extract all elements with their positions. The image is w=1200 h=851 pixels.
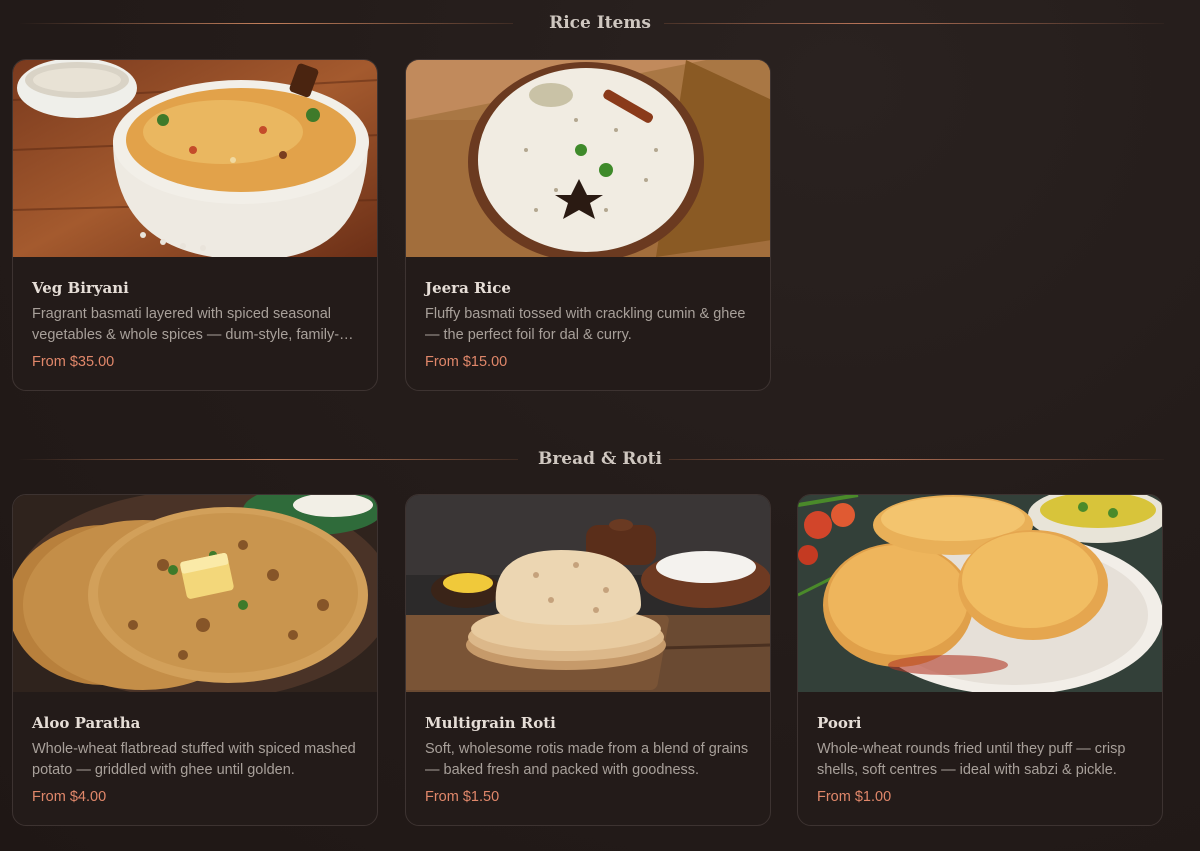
section-title: Rice Items <box>549 13 651 33</box>
item-description: Fragrant basmati layered with spiced sea… <box>32 306 340 343</box>
item-price: From $1.00 <box>817 789 892 805</box>
jeera-rice-bowl-photo <box>406 60 770 257</box>
item-price: From $15.00 <box>425 354 508 370</box>
item-description: Soft, wholesome rotis made from a blend … <box>425 741 749 778</box>
section-title: Bread & Roti <box>537 449 662 469</box>
menu-card-jeera-rice[interactable]: Jeera Rice Fluffy basmati tossed with cr… <box>405 59 771 391</box>
roti-stack-photo <box>406 495 770 692</box>
item-name: Multigrain Roti <box>425 714 556 732</box>
item-description: Fluffy basmati tossed with crackling cum… <box>425 306 746 343</box>
biryani-bowl-photo <box>13 60 377 257</box>
section-heading-bread: Bread & Roti <box>0 444 1200 474</box>
item-name: Jeera Rice <box>425 279 511 297</box>
menu-card-multigrain-roti[interactable]: Multigrain Roti Soft, wholesome rotis ma… <box>405 494 771 826</box>
item-price: From $4.00 <box>32 789 107 805</box>
item-description: Whole-wheat flatbread stuffed with spice… <box>32 741 356 778</box>
menu-card-aloo-paratha[interactable]: Aloo Paratha Whole-wheat flatbread stuff… <box>12 494 378 826</box>
item-price: From $1.50 <box>425 789 500 805</box>
item-description: Whole-wheat rounds fried until they puff… <box>817 741 1126 778</box>
section-heading-rice: Rice Items <box>0 8 1200 38</box>
paratha-photo <box>13 495 377 692</box>
item-price: From $35.00 <box>32 354 115 370</box>
menu-card-poori[interactable]: Poori Whole-wheat rounds fried until the… <box>797 494 1163 826</box>
item-name: Veg Biryani <box>32 279 129 297</box>
menu-card-veg-biryani[interactable]: Veg Biryani Fragrant basmati layered wit… <box>12 59 378 391</box>
poori-plate-photo <box>798 495 1162 692</box>
item-name: Poori <box>817 714 862 732</box>
item-name: Aloo Paratha <box>32 714 141 732</box>
